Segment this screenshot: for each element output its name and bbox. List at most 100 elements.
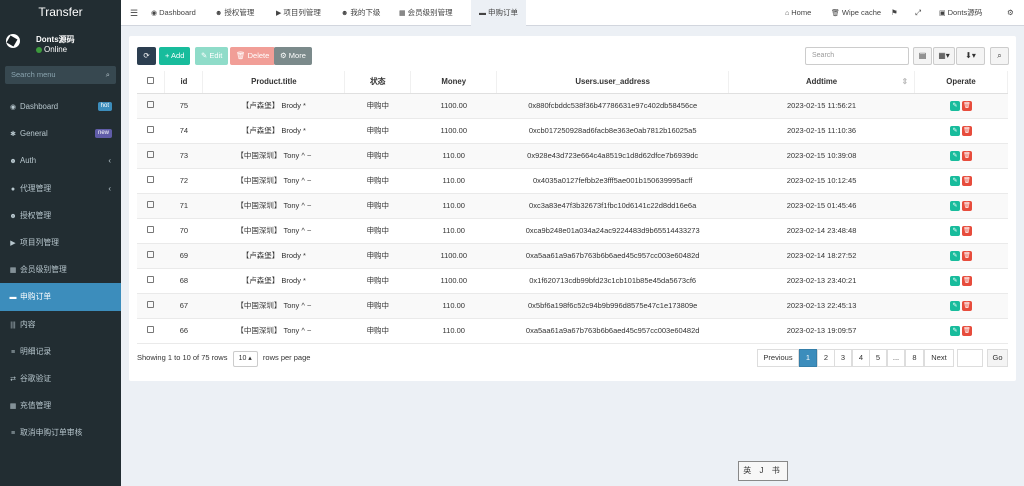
tab-5[interactable]: ▬ 申购订单: [471, 0, 526, 26]
delete-row-icon[interactable]: 🗑: [961, 300, 972, 311]
user-menu[interactable]: ▣ Donts源码: [939, 0, 982, 26]
sidebar-item-8[interactable]: ||| 内容: [0, 311, 121, 338]
more-button[interactable]: ⚙ More: [274, 47, 312, 65]
pagination-next[interactable]: Next: [924, 349, 954, 367]
search-menu-input[interactable]: Search menu ⌕: [5, 66, 116, 84]
pagination-page[interactable]: 8: [905, 349, 924, 367]
tab-4[interactable]: ▦ 会员级别管理: [399, 0, 453, 26]
row-checkbox[interactable]: [137, 193, 165, 219]
table-row[interactable]: 69 【卢森堡】 Brody * 申购中 1100.00 0xa5aa61a9a67b7…: [137, 243, 1008, 269]
table-row[interactable]: 71 【中国深圳】 Tony ^ ~ 申购中 110.00 0xc3a83e47f3b3…: [137, 193, 1008, 219]
delete-row-icon[interactable]: 🗑: [961, 200, 972, 211]
delete-row-icon[interactable]: 🗑: [961, 100, 972, 111]
edit-row-icon[interactable]: ✎: [949, 225, 960, 236]
tab-0[interactable]: ◉ Dashboard: [151, 0, 196, 26]
header-product-title[interactable]: Product.title: [202, 71, 346, 94]
edit-row-icon[interactable]: ✎: [949, 325, 960, 336]
sidebar-item-11[interactable]: ▦ 充值管理: [0, 392, 121, 419]
sidebar-item-1[interactable]: ✱ General new: [0, 120, 121, 147]
table-row[interactable]: 67 【中国深圳】 Tony ^ ~ 申购中 110.00 0x5bf6a198f6c5…: [137, 293, 1008, 319]
edit-row-icon[interactable]: ✎: [949, 125, 960, 136]
header-id[interactable]: id: [164, 71, 204, 94]
page-jump-input[interactable]: [957, 349, 983, 367]
sidebar-item-3[interactable]: ● 代理管理 ‹: [0, 175, 121, 202]
sidebar-item-12[interactable]: ≡ 取消申购订单审核: [0, 419, 121, 446]
home-link[interactable]: ⌂ Home: [785, 0, 811, 26]
header-addtime[interactable]: Addtime ⇕: [728, 71, 915, 94]
table-search-input[interactable]: Search: [805, 47, 909, 65]
delete-button[interactable]: 🗑 Delete: [230, 47, 276, 65]
sidebar-item-5[interactable]: ▶ 项目列管理: [0, 229, 121, 256]
row-checkbox[interactable]: [137, 218, 165, 244]
table-row[interactable]: 75 【卢森堡】 Brody * 申购中 1100.00 0x880fcbddc538f…: [137, 93, 1008, 119]
pagination-page[interactable]: 3: [834, 349, 852, 367]
table-row[interactable]: 73 【中国深圳】 Tony ^ ~ 申购中 110.00 0x928e43d723e6…: [137, 143, 1008, 169]
delete-row-icon[interactable]: 🗑: [961, 125, 972, 136]
page-size-select[interactable]: 10 ▴: [232, 351, 258, 367]
table-row[interactable]: 70 【中国深圳】 Tony ^ ~ 申购中 110.00 0xca9b248e01a0…: [137, 218, 1008, 244]
edit-row-icon[interactable]: ✎: [949, 250, 960, 261]
sidebar-item-2[interactable]: ☻ Auth ‹: [0, 147, 121, 174]
delete-row-icon[interactable]: 🗑: [961, 325, 972, 336]
sidebar-item-0[interactable]: ◉ Dashboard hot: [0, 93, 121, 120]
wipe-cache-button[interactable]: 🗑 Wipe cache: [831, 0, 881, 26]
pagination-page[interactable]: 1: [799, 349, 817, 367]
sidebar-item-6[interactable]: ▦ 会员级别管理: [0, 256, 121, 283]
tab-2[interactable]: ▶ 项目列管理: [276, 0, 321, 26]
edit-row-icon[interactable]: ✎: [949, 200, 960, 211]
row-checkbox[interactable]: [137, 243, 165, 269]
row-checkbox[interactable]: [137, 143, 165, 169]
edit-row-icon[interactable]: ✎: [949, 100, 960, 111]
row-checkbox[interactable]: [137, 293, 165, 319]
edit-button[interactable]: ✎ Edit: [195, 47, 229, 65]
advanced-search-icon[interactable]: ⌕: [990, 47, 1009, 65]
table-row[interactable]: 66 【中国深圳】 Tony ^ ~ 申购中 110.00 0xa5aa61a9a67b…: [137, 318, 1008, 344]
tab-3[interactable]: ☻ 我的下级: [341, 0, 380, 26]
delete-row-icon[interactable]: 🗑: [961, 175, 972, 186]
menu-toggle-icon[interactable]: ☰: [130, 0, 138, 26]
row-checkbox[interactable]: [137, 318, 165, 344]
columns-icon[interactable]: ▦▾: [933, 47, 955, 65]
export-icon[interactable]: ⬇▾: [956, 47, 985, 65]
edit-row-icon[interactable]: ✎: [949, 300, 960, 311]
table-row[interactable]: 68 【卢森堡】 Brody * 申购中 1100.00 0x1f620713cdb99…: [137, 268, 1008, 294]
header-money[interactable]: Money: [410, 71, 498, 94]
pagination-page[interactable]: 5: [869, 349, 887, 367]
edit-row-icon[interactable]: ✎: [949, 275, 960, 286]
pagination-page[interactable]: 2: [817, 349, 835, 367]
sidebar-item-10[interactable]: ⇄ 谷歌验证: [0, 365, 121, 392]
row-checkbox[interactable]: [137, 118, 165, 144]
cell-addtime: 2023-02-15 10:39:08: [728, 143, 915, 169]
delete-row-icon[interactable]: 🗑: [961, 275, 972, 286]
sidebar-item-4[interactable]: ☻ 授权管理: [0, 202, 121, 229]
app-logo[interactable]: Transfer: [0, 0, 121, 26]
sidebar-item-7[interactable]: ▬ 申购订单: [0, 283, 121, 311]
header-status[interactable]: 状态: [344, 71, 412, 94]
edit-row-icon[interactable]: ✎: [949, 175, 960, 186]
toggle-view-icon[interactable]: ▤: [913, 47, 932, 65]
tab-1[interactable]: ☻ 授权管理: [215, 0, 254, 26]
row-checkbox[interactable]: [137, 268, 165, 294]
select-all-checkbox[interactable]: [137, 71, 166, 94]
add-button[interactable]: + Add: [159, 47, 191, 65]
row-checkbox[interactable]: [137, 93, 165, 119]
language-icon[interactable]: ⚑: [891, 0, 898, 26]
fullscreen-icon[interactable]: ⤢: [915, 0, 921, 26]
refresh-button[interactable]: ⟳: [137, 47, 156, 65]
settings-gear-icon[interactable]: ⚙: [1007, 0, 1014, 26]
edit-row-icon[interactable]: ✎: [949, 150, 960, 161]
table-row[interactable]: 74 【卢森堡】 Brody * 申购中 1100.00 0xcb017250928ad…: [137, 118, 1008, 144]
pagination-page[interactable]: ...: [887, 349, 905, 367]
delete-row-icon[interactable]: 🗑: [961, 250, 972, 261]
pagination-previous[interactable]: Previous: [757, 349, 799, 367]
sidebar-item-9[interactable]: ≡ 明细记录: [0, 338, 121, 365]
delete-row-icon[interactable]: 🗑: [961, 225, 972, 236]
delete-row-icon[interactable]: 🗑: [961, 150, 972, 161]
header-user-address[interactable]: Users.user_address: [496, 71, 730, 94]
row-checkbox[interactable]: [137, 168, 165, 194]
search-icon[interactable]: ⌕: [106, 66, 110, 84]
table-row[interactable]: 72 【中国深圳】 Tony ^ ~ 申购中 110.00 0x4035a0127fef…: [137, 168, 1008, 194]
cell-money: 110.00: [410, 218, 497, 244]
pagination-page[interactable]: 4: [852, 349, 870, 367]
page-go-button[interactable]: Go: [987, 349, 1008, 367]
